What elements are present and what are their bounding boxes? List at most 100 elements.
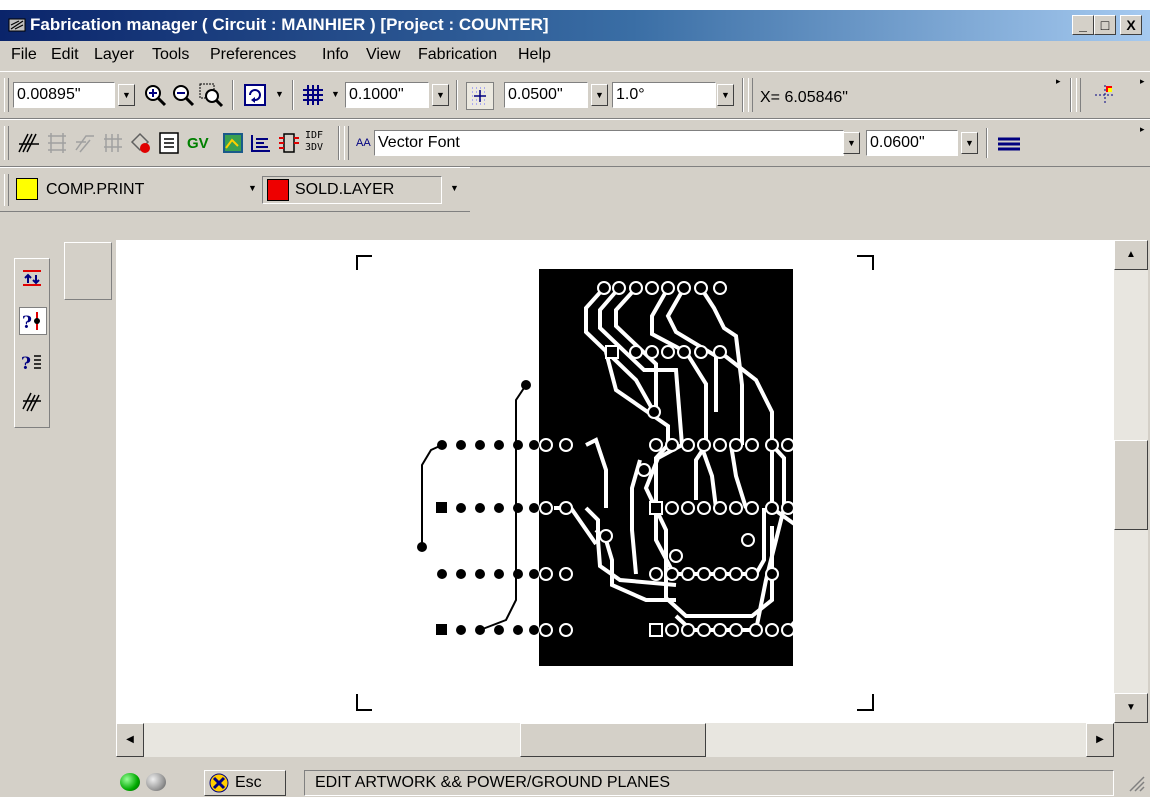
text-height-field[interactable]: 0.0600" [866, 130, 958, 156]
coordinate-readout: X= 6.05846" [760, 89, 848, 106]
toolbar-tools: GV IDF 3DV AA Vector Font ▼ 0.0600" ▼ ▸ [0, 119, 1150, 167]
menu-tools[interactable]: Tools [152, 46, 189, 64]
resize-grip-icon[interactable] [1126, 773, 1146, 793]
green-status-light-icon [120, 773, 140, 791]
side-toolbar: ? ? [14, 258, 50, 428]
text-height-dropdown-button[interactable]: ▼ [961, 132, 978, 154]
toolbar-view: 0.00895" ▼ ▼ ▼ 0.1000" ▼ 0.0500" ▼ 1.0° … [0, 71, 1150, 119]
status-message-panel: EDIT ARTWORK && POWER/GROUND PLANES [304, 770, 1114, 796]
toolbar-separator [232, 80, 234, 110]
menu-info[interactable]: Info [322, 46, 349, 64]
zoom-out-icon[interactable] [170, 82, 196, 108]
line-width-icon[interactable] [996, 130, 1022, 156]
menu-preferences[interactable]: Preferences [210, 46, 296, 64]
toolbar-separator [1070, 78, 1072, 112]
title-bar[interactable]: Fabrication manager ( Circuit : MAINHIER… [0, 10, 1150, 41]
idf-3dv-label[interactable]: 3DV [305, 142, 323, 153]
top-layer-select[interactable]: COMP.PRINT [46, 181, 144, 199]
crosshair-icon[interactable] [1092, 82, 1118, 108]
toolbar-grip[interactable] [4, 126, 9, 160]
toolbar-grip[interactable] [1076, 78, 1081, 112]
pcb-artwork[interactable] [116, 240, 1114, 723]
grid-dropdown-button[interactable]: ▼ [327, 84, 344, 106]
hatch-icon[interactable] [19, 389, 45, 415]
snap-dropdown-button[interactable]: ▼ [591, 84, 608, 106]
horizontal-scrollbar[interactable]: ◀ ▶ [116, 723, 1114, 757]
gerber-view-icon[interactable] [220, 130, 246, 156]
app-window: Fabrication manager ( Circuit : MAINHIER… [0, 10, 1150, 797]
layers-icon[interactable] [248, 130, 274, 156]
bottom-layer-label: SOLD.LAYER [295, 181, 395, 198]
menu-fabrication[interactable]: Fabrication [418, 46, 497, 64]
esc-button[interactable]: Esc [204, 770, 286, 796]
query-net-icon[interactable]: ? [19, 349, 45, 375]
menu-edit[interactable]: Edit [51, 46, 79, 64]
toolbar-separator [338, 126, 340, 160]
close-button[interactable]: X [1120, 15, 1142, 35]
idf-label[interactable]: IDF [305, 131, 323, 141]
menu-layer[interactable]: Layer [94, 46, 134, 64]
scroll-right-button[interactable]: ▶ [1086, 723, 1114, 757]
maximize-button[interactable]: □ [1094, 15, 1116, 35]
menu-file[interactable]: File [11, 46, 37, 64]
refresh-icon[interactable] [242, 82, 268, 108]
toolbar-overflow-arrow[interactable]: ▸ [1140, 124, 1145, 135]
bottom-layer-dropdown-button[interactable]: ▼ [450, 183, 459, 193]
pad-array-icon[interactable] [44, 130, 70, 156]
horizontal-scroll-thumb[interactable] [520, 723, 706, 757]
font-icon: AA [356, 137, 371, 149]
cancel-icon [209, 773, 229, 793]
svg-text:?: ? [21, 354, 31, 374]
scroll-left-button[interactable]: ◀ [116, 723, 144, 757]
route-icon[interactable] [72, 130, 98, 156]
drc-icon[interactable] [128, 130, 154, 156]
swap-layer-icon[interactable] [19, 265, 45, 291]
query-pad-icon[interactable]: ? [19, 307, 47, 335]
minimize-button[interactable]: _ [1072, 15, 1094, 35]
zoom-factor-field[interactable]: 0.00895" [13, 82, 115, 108]
bottom-layer-select[interactable]: SOLD.LAYER [262, 176, 442, 204]
toolbar-grip[interactable] [4, 78, 9, 112]
esc-label: Esc [235, 774, 262, 791]
toolbar-overflow-arrow[interactable]: ▸ [1140, 76, 1145, 87]
toolbar-overflow-arrow[interactable]: ▸ [1056, 76, 1061, 87]
toolbar-grip[interactable] [748, 78, 753, 112]
scroll-up-button[interactable]: ▲ [1114, 240, 1148, 270]
status-message: EDIT ARTWORK && POWER/GROUND PLANES [315, 774, 671, 791]
angle-field[interactable]: 1.0° [612, 82, 716, 108]
vertical-scrollbar[interactable]: ▲ ▼ [1114, 240, 1148, 723]
artwork-icon[interactable] [16, 130, 42, 156]
grid-spacing-dropdown-button[interactable]: ▼ [432, 84, 449, 106]
zoom-window-icon[interactable] [198, 82, 224, 108]
toolbar-grip[interactable] [4, 174, 9, 206]
toolbar-grip[interactable] [344, 126, 349, 160]
pcb-canvas[interactable] [116, 240, 1114, 723]
menu-help[interactable]: Help [518, 46, 551, 64]
toolbar-separator [292, 80, 294, 110]
status-bar: Esc EDIT ARTWORK && POWER/GROUND PLANES [0, 767, 1150, 797]
top-layer-dropdown-button[interactable]: ▼ [248, 183, 257, 193]
side-panel-tab[interactable] [64, 242, 112, 300]
font-select[interactable]: Vector Font [374, 130, 844, 156]
net-array-icon[interactable] [100, 130, 126, 156]
grid-icon[interactable] [300, 82, 326, 108]
refresh-dropdown-button[interactable]: ▼ [271, 84, 288, 106]
scroll-down-button[interactable]: ▼ [1114, 693, 1148, 723]
gv-button[interactable]: GV [187, 135, 209, 152]
component-icon[interactable] [276, 130, 302, 156]
grid-spacing-field[interactable]: 0.1000" [345, 82, 429, 108]
vertical-scroll-thumb[interactable] [1114, 440, 1148, 530]
gray-status-light-icon [146, 773, 166, 791]
top-layer-color-swatch [16, 178, 38, 200]
toolbar-separator [456, 80, 458, 110]
angle-dropdown-button[interactable]: ▼ [717, 84, 734, 106]
app-icon [8, 18, 26, 32]
menu-view[interactable]: View [366, 46, 400, 64]
zoom-dropdown-button[interactable]: ▼ [118, 84, 135, 106]
report-icon[interactable] [156, 130, 182, 156]
toolbar-layers: COMP.PRINT ▼ SOLD.LAYER ▼ [0, 167, 470, 212]
font-dropdown-button[interactable]: ▼ [843, 132, 860, 154]
snap-spacing-field[interactable]: 0.0500" [504, 82, 588, 108]
snap-grid-icon[interactable] [466, 82, 494, 110]
zoom-in-icon[interactable] [142, 82, 168, 108]
